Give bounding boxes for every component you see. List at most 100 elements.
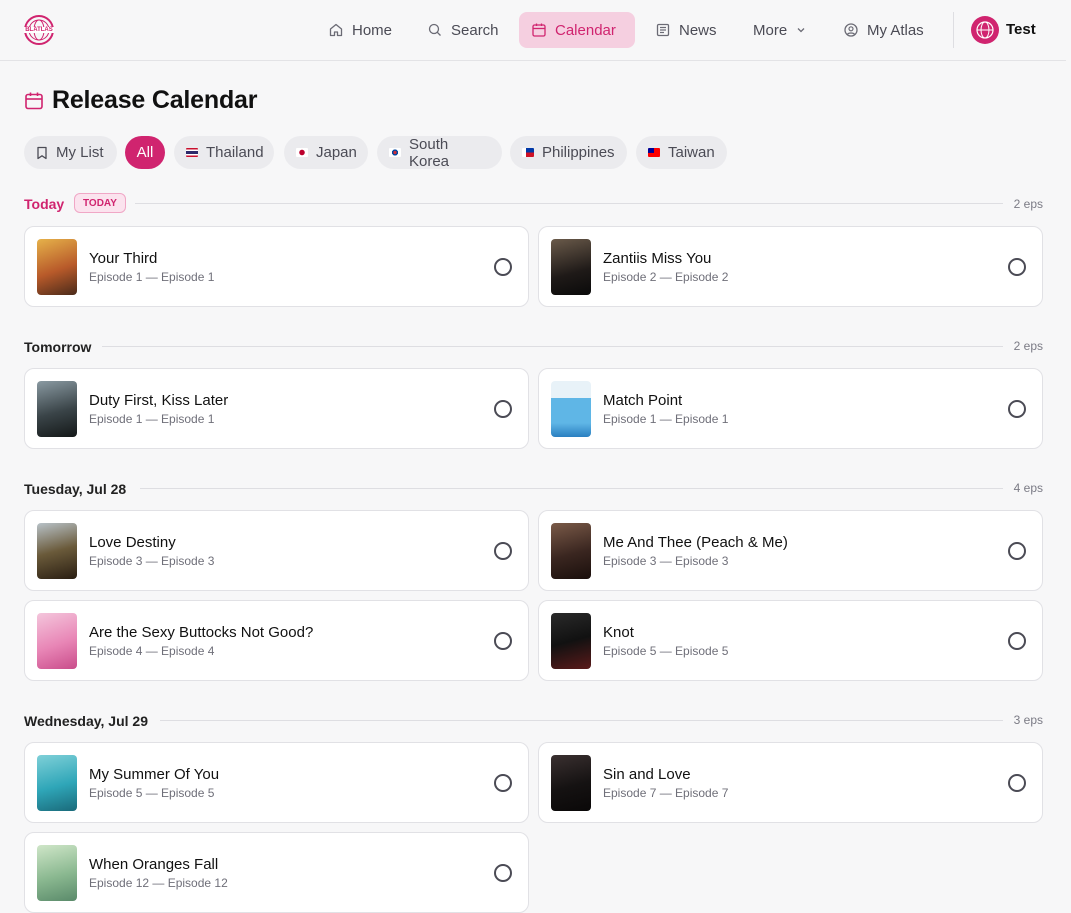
top-navigation-bar: BLATLAS Home Search Calendar News More M… (0, 0, 1066, 61)
avatar[interactable] (971, 16, 999, 44)
section-divider (160, 720, 1003, 721)
filter-japan-label: Japan (316, 144, 357, 161)
episode-card[interactable]: Me And Thee (Peach & Me) Episode 3 — Epi… (538, 510, 1043, 591)
mark-watched-checkbox[interactable] (494, 400, 512, 418)
show-title: Your Third (89, 250, 158, 267)
episode-card[interactable]: Match Point Episode 1 — Episode 1 (538, 368, 1043, 449)
show-title: Duty First, Kiss Later (89, 392, 229, 409)
thailand-flag-icon (186, 148, 198, 157)
episode-range: Episode 5 — Episode 5 (603, 644, 729, 658)
show-title: Sin and Love (603, 766, 691, 783)
nav-divider (953, 12, 954, 48)
show-title: When Oranges Fall (89, 856, 219, 873)
japan-flag-icon (296, 148, 308, 157)
episode-range: Episode 1 — Episode 1 (89, 270, 215, 284)
episode-card[interactable]: Are the Sexy Buttocks Not Good? Episode … (24, 600, 529, 681)
filter-my-list[interactable]: My List (24, 136, 117, 169)
show-title: Zantiis Miss You (603, 250, 712, 267)
episode-card[interactable]: My Summer Of You Episode 5 — Episode 5 (24, 742, 529, 823)
episode-range: Episode 3 — Episode 3 (89, 554, 215, 568)
show-title: Me And Thee (Peach & Me) (603, 534, 788, 551)
poster-image (551, 523, 591, 579)
episode-card[interactable]: Your Third Episode 1 — Episode 1 (24, 226, 529, 307)
section-divider (102, 346, 1003, 347)
section-today-count: 2 eps (1013, 197, 1043, 211)
section-tomorrow-label: Tomorrow (24, 339, 92, 355)
episode-range: Episode 7 — Episode 7 (603, 786, 729, 800)
calendar-icon (532, 23, 546, 37)
nav-news-label: News (679, 21, 717, 39)
nav-home[interactable]: Home (316, 12, 404, 48)
mark-watched-checkbox[interactable] (494, 632, 512, 650)
filter-all[interactable]: All (125, 136, 165, 169)
mark-watched-checkbox[interactable] (494, 864, 512, 882)
poster-image (37, 845, 77, 901)
filter-philippines-label: Philippines (542, 144, 615, 161)
nav-home-label: Home (352, 21, 393, 39)
mark-watched-checkbox[interactable] (1008, 774, 1026, 792)
show-title: My Summer Of You (89, 766, 220, 783)
show-title: Are the Sexy Buttocks Not Good? (89, 624, 314, 641)
poster-image (551, 239, 591, 295)
mark-watched-checkbox[interactable] (1008, 542, 1026, 560)
nav-my-atlas-label: My Atlas (867, 21, 924, 39)
page-title: Release Calendar (52, 86, 258, 114)
episode-card[interactable]: Knot Episode 5 — Episode 5 (538, 600, 1043, 681)
calendar-icon (25, 92, 43, 110)
section-divider (135, 203, 1003, 204)
nav-search[interactable]: Search (415, 12, 511, 48)
episode-range: Episode 5 — Episode 5 (89, 786, 215, 800)
episode-range: Episode 3 — Episode 3 (603, 554, 729, 568)
episode-card[interactable]: When Oranges Fall Episode 12 — Episode 1… (24, 832, 529, 913)
username[interactable]: Test (1006, 21, 1036, 38)
home-icon (329, 23, 343, 37)
section-tuesday-label: Tuesday, Jul 28 (24, 481, 127, 497)
mark-watched-checkbox[interactable] (494, 774, 512, 792)
episode-card[interactable]: Sin and Love Episode 7 — Episode 7 (538, 742, 1043, 823)
filter-south-korea[interactable]: South Korea (377, 135, 502, 170)
nav-news[interactable]: News (643, 12, 729, 48)
nav-search-label: Search (451, 21, 499, 39)
nav-my-atlas[interactable]: My Atlas (831, 12, 936, 48)
filter-south-korea-label: South Korea (409, 135, 450, 170)
section-wednesday-count: 3 eps (1013, 713, 1043, 727)
filter-thailand[interactable]: Thailand (174, 136, 274, 169)
show-title: Knot (603, 624, 634, 641)
episode-range: Episode 1 — Episode 1 (603, 412, 729, 426)
show-title: Love Destiny (89, 534, 176, 551)
mark-watched-checkbox[interactable] (494, 542, 512, 560)
episode-range: Episode 12 — Episode 12 (89, 876, 228, 890)
nav-calendar[interactable]: Calendar (519, 12, 635, 48)
user-circle-icon (844, 23, 858, 37)
search-icon (428, 23, 441, 36)
logo-text: BLATLAS (24, 27, 54, 33)
mark-watched-checkbox[interactable] (1008, 400, 1026, 418)
nav-more-label: More (753, 21, 788, 39)
poster-image (551, 613, 591, 669)
poster-image (37, 755, 77, 811)
nav-calendar-label: Calendar (555, 21, 616, 39)
mark-watched-checkbox[interactable] (1008, 258, 1026, 276)
episode-card[interactable]: Zantiis Miss You Episode 2 — Episode 2 (538, 226, 1043, 307)
episode-card[interactable]: Love Destiny Episode 3 — Episode 3 (24, 510, 529, 591)
bookmark-icon (37, 146, 47, 159)
nav-more-dropdown[interactable]: More (741, 12, 819, 48)
poster-image (37, 613, 77, 669)
mark-watched-checkbox[interactable] (1008, 632, 1026, 650)
section-tomorrow-count: 2 eps (1013, 339, 1043, 353)
filter-japan[interactable]: Japan (284, 136, 368, 169)
newspaper-icon (656, 23, 670, 37)
poster-image (37, 523, 77, 579)
chevron-down-icon (797, 28, 805, 33)
episode-range: Episode 4 — Episode 4 (89, 644, 215, 658)
episode-range: Episode 1 — Episode 1 (89, 412, 215, 426)
episode-card[interactable]: Duty First, Kiss Later Episode 1 — Episo… (24, 368, 529, 449)
mark-watched-checkbox[interactable] (494, 258, 512, 276)
south-korea-flag-icon (389, 148, 401, 157)
globe-icon (976, 21, 994, 39)
filter-philippines[interactable]: Philippines (510, 136, 627, 169)
site-logo[interactable]: BLATLAS (24, 15, 54, 45)
section-divider (140, 488, 1003, 489)
filter-taiwan-label: Taiwan (668, 144, 715, 161)
filter-taiwan[interactable]: Taiwan (636, 136, 727, 169)
